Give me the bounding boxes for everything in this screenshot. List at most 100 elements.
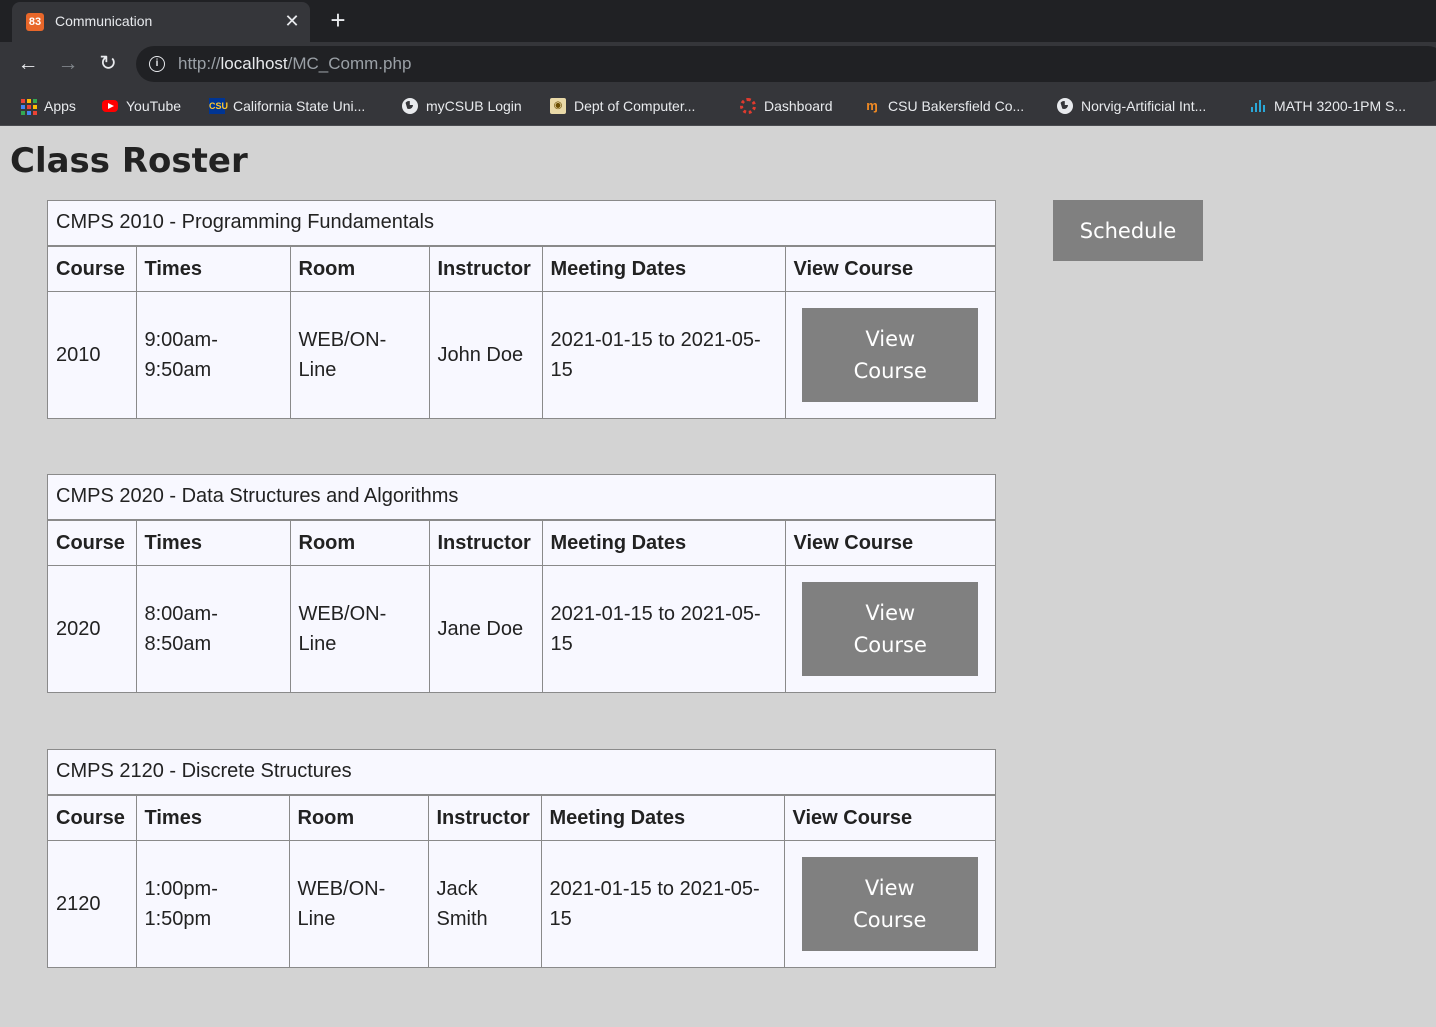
table-row: 2120 1:00pm-1:50pm WEB/ON-Line Jack Smit…	[48, 840, 995, 968]
page-title: Class Roster	[10, 141, 248, 181]
header-view-course: View Course	[783, 795, 995, 841]
tab-communication[interactable]: 83 Communication ✕	[12, 2, 310, 42]
bookmark-csu-bakersfield[interactable]: ɱ CSU Bakersfield Co...	[864, 96, 1024, 116]
header-view-course: View Course	[784, 246, 995, 292]
bookmark-label: YouTube	[126, 98, 182, 114]
cell-room: WEB/ON-Line	[289, 291, 430, 419]
tab-title: Communication	[55, 13, 153, 29]
bookmark-label: Dept of Computer...	[574, 98, 696, 114]
cell-view-course: View Course	[783, 840, 995, 968]
header-course: Course	[48, 520, 137, 566]
header-room: Room	[289, 246, 430, 292]
bookmark-dashboard[interactable]: Dashboard	[740, 96, 833, 116]
xampp-icon: 83	[26, 13, 44, 31]
bookmark-mycsub-login[interactable]: myCSUB Login	[402, 96, 522, 116]
forward-arrow-icon[interactable]: →	[55, 51, 81, 77]
bookmark-label: myCSUB Login	[426, 98, 522, 114]
csu-icon: CSU	[209, 98, 228, 114]
header-times: Times	[135, 520, 291, 566]
view-course-button[interactable]: View Course	[802, 308, 979, 403]
bar-chart-icon	[1250, 98, 1266, 114]
bookmark-label: Dashboard	[764, 98, 833, 114]
table-row: 2010 9:00am-9:50am WEB/ON-Line John Doe …	[48, 291, 995, 419]
header-times: Times	[135, 795, 290, 841]
bookmark-label: Apps	[44, 98, 76, 114]
bookmark-dept-of-computer[interactable]: ◉ Dept of Computer...	[550, 96, 695, 116]
cell-course: 2120	[48, 840, 137, 968]
table-header-row: Course Times Room Instructor Meeting Dat…	[48, 246, 995, 292]
schedule-button[interactable]: Schedule	[1053, 200, 1203, 261]
cell-view-course: View Course	[784, 291, 995, 419]
globe-icon	[1057, 98, 1073, 114]
header-instructor: Instructor	[428, 246, 543, 292]
bookmarks-bar: Apps YouTube CSU California State Uni...…	[0, 86, 1436, 126]
bookmark-math-3200[interactable]: MATH 3200-1PM S...	[1250, 96, 1406, 116]
bookmark-norvig[interactable]: Norvig-Artificial Int...	[1057, 96, 1206, 116]
apps-grid-icon	[20, 98, 37, 115]
header-instructor: Instructor	[428, 520, 543, 566]
bookmark-youtube[interactable]: YouTube	[102, 96, 181, 116]
course-title: CMPS 2010 - Programming Fundamentals	[48, 201, 995, 246]
cell-times: 1:00pm-1:50pm	[135, 840, 290, 968]
new-tab-button[interactable]: +	[325, 7, 351, 35]
dept-seal-icon: ◉	[550, 98, 566, 114]
header-meeting-dates: Meeting Dates	[540, 795, 785, 841]
bookmark-california-state-uni[interactable]: CSU California State Uni...	[209, 96, 365, 116]
bookmark-label: California State Uni...	[233, 98, 366, 114]
bookmark-label: MATH 3200-1PM S...	[1274, 98, 1407, 114]
course-card: CMPS 2120 - Discrete Structures Course T…	[47, 749, 996, 968]
course-table: Course Times Room Instructor Meeting Dat…	[48, 246, 995, 419]
table-header-row: Course Times Room Instructor Meeting Dat…	[48, 520, 995, 566]
back-arrow-icon[interactable]: ←	[15, 51, 41, 77]
bookmark-label: CSU Bakersfield Co...	[888, 98, 1025, 114]
dashboard-icon	[740, 98, 756, 114]
cell-times: 8:00am-8:50am	[135, 565, 291, 693]
cell-room: WEB/ON-Line	[288, 840, 429, 968]
course-title: CMPS 2120 - Discrete Structures	[48, 750, 995, 795]
csub-icon: ɱ	[866, 98, 878, 113]
cell-room: WEB/ON-Line	[289, 565, 430, 693]
url-host: localhost	[220, 54, 288, 73]
course-card: CMPS 2010 - Programming Fundamentals Cou…	[47, 200, 996, 419]
url-path: /MC_Comm.php	[287, 54, 412, 73]
browser-toolbar: ← → ↻ i http://localhost/MC_Comm.php	[0, 42, 1436, 86]
url-scheme: http://	[178, 54, 221, 73]
globe-icon	[402, 98, 418, 114]
bookmark-apps[interactable]: Apps	[20, 96, 76, 116]
table-header-row: Course Times Room Instructor Meeting Dat…	[48, 795, 995, 841]
header-view-course: View Course	[784, 520, 995, 566]
header-instructor: Instructor	[427, 795, 542, 841]
cell-instructor: Jack Smith	[427, 840, 542, 968]
cell-instructor: Jane Doe	[428, 565, 543, 693]
header-meeting-dates: Meeting Dates	[541, 520, 786, 566]
cell-meeting-dates: 2021-01-15 to 2021-05-15	[541, 291, 786, 419]
view-course-button[interactable]: View Course	[802, 582, 979, 677]
cell-times: 9:00am-9:50am	[135, 291, 291, 419]
cell-course: 2020	[48, 565, 137, 693]
address-bar[interactable]: i http://localhost/MC_Comm.php	[136, 46, 1436, 82]
cell-instructor: John Doe	[428, 291, 543, 419]
youtube-icon	[102, 100, 118, 112]
header-times: Times	[135, 246, 291, 292]
header-course: Course	[48, 795, 137, 841]
course-card: CMPS 2020 - Data Structures and Algorith…	[47, 474, 996, 693]
header-room: Room	[289, 520, 430, 566]
tab-strip: 83 Communication ✕ +	[0, 0, 1436, 42]
cell-meeting-dates: 2021-01-15 to 2021-05-15	[541, 565, 786, 693]
cell-meeting-dates: 2021-01-15 to 2021-05-15	[540, 840, 785, 968]
cell-course: 2010	[48, 291, 137, 419]
url-text[interactable]: http://localhost/MC_Comm.php	[178, 54, 411, 74]
info-icon[interactable]: i	[149, 56, 165, 72]
close-icon[interactable]: ✕	[282, 10, 302, 32]
header-meeting-dates: Meeting Dates	[541, 246, 786, 292]
view-course-button[interactable]: View Course	[801, 857, 978, 952]
header-course: Course	[48, 246, 137, 292]
header-room: Room	[288, 795, 429, 841]
bookmark-label: Norvig-Artificial Int...	[1081, 98, 1207, 114]
cell-view-course: View Course	[784, 565, 995, 693]
reload-icon[interactable]: ↻	[95, 51, 121, 77]
course-table: Course Times Room Instructor Meeting Dat…	[48, 795, 995, 968]
course-table: Course Times Room Instructor Meeting Dat…	[48, 520, 995, 693]
course-title: CMPS 2020 - Data Structures and Algorith…	[48, 475, 995, 520]
table-row: 2020 8:00am-8:50am WEB/ON-Line Jane Doe …	[48, 565, 995, 693]
